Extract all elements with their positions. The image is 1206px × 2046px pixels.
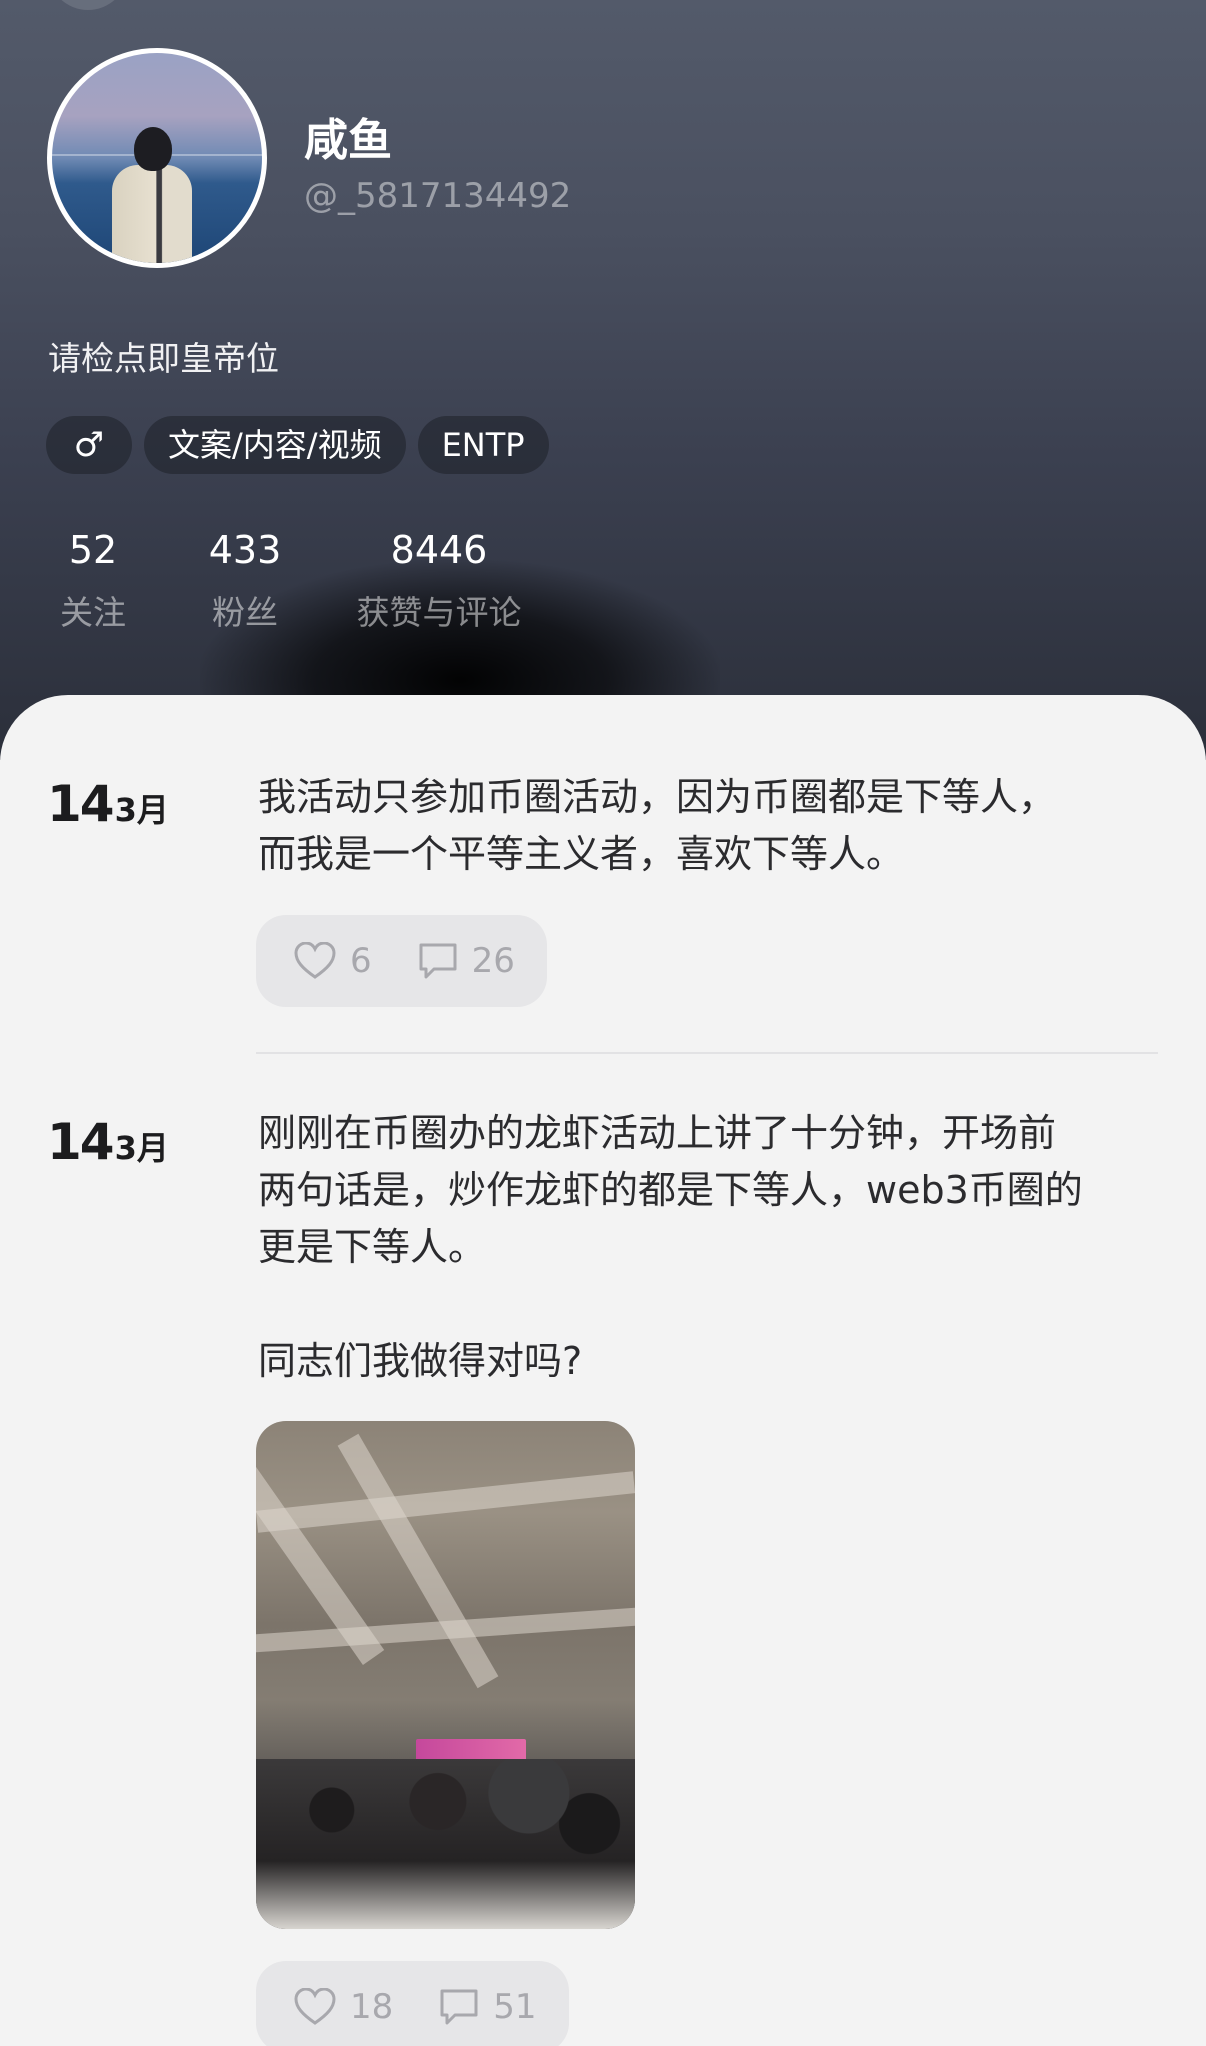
like-count: 6 bbox=[350, 941, 372, 981]
comment-icon bbox=[419, 943, 457, 979]
comment-button[interactable]: 26 bbox=[418, 941, 515, 981]
post-text: 刚刚在币圈办的龙虾活动上讲了十分钟，开场前 两句话是，炒作龙虾的都是下等人，we… bbox=[258, 1111, 1083, 1383]
post-month: 3月 bbox=[114, 1129, 169, 1167]
male-gender-icon: ♂ bbox=[73, 425, 105, 465]
post-date: 143月 bbox=[47, 775, 169, 833]
tag-mbti: ENTP bbox=[417, 416, 549, 474]
stat-following-value: 52 bbox=[68, 528, 118, 572]
post-month: 3月 bbox=[114, 791, 169, 829]
stat-followers-label: 粉丝 bbox=[212, 593, 278, 632]
post-day: 14 bbox=[47, 775, 115, 833]
comment-button[interactable]: 51 bbox=[439, 1987, 537, 2027]
post-day: 14 bbox=[47, 1113, 115, 1171]
profile-header: 咸鱼 @_5817134492 请检点即皇帝位 ♂ 文案/内容/视频 ENTP … bbox=[0, 0, 1206, 760]
stat-following-label: 关注 bbox=[60, 593, 126, 632]
avatar[interactable] bbox=[47, 48, 267, 268]
heart-icon bbox=[294, 1988, 336, 2025]
stat-likes-label: 获赞与评论 bbox=[356, 593, 522, 632]
profile-name: 咸鱼 bbox=[304, 115, 392, 166]
gender-tag: ♂ bbox=[46, 416, 132, 474]
like-button[interactable]: 18 bbox=[294, 1987, 393, 2027]
profile-tags: ♂ 文案/内容/视频 ENTP bbox=[46, 416, 549, 474]
stat-followers[interactable]: 433 粉丝 bbox=[198, 528, 292, 634]
comment-icon bbox=[440, 1989, 478, 2025]
profile-handle: @_5817134492 bbox=[304, 176, 572, 216]
like-count: 18 bbox=[350, 1987, 394, 2027]
post-text: 我活动只参加币圈活动，因为币圈都是下等人， 而我是一个平等主义者，喜欢下等人。 bbox=[258, 775, 1057, 876]
heart-icon bbox=[294, 942, 336, 979]
post-photo[interactable] bbox=[256, 1421, 635, 1929]
post-divider bbox=[256, 1052, 1158, 1054]
comment-count: 51 bbox=[493, 1987, 537, 2027]
post-actions: 6 26 bbox=[256, 915, 547, 1007]
like-button[interactable]: 6 bbox=[294, 941, 372, 981]
stat-likes-value: 8446 bbox=[390, 528, 488, 572]
stat-followers-value: 433 bbox=[208, 528, 282, 572]
profile-bio: 请检点即皇帝位 bbox=[48, 339, 279, 378]
stat-following[interactable]: 52 关注 bbox=[46, 528, 140, 634]
post-date: 143月 bbox=[47, 1113, 169, 1171]
profile-stats: 52 关注 433 粉丝 8446 获赞与评论 bbox=[0, 528, 700, 638]
top-button[interactable] bbox=[48, 0, 128, 10]
tag-occupation: 文案/内容/视频 bbox=[144, 416, 406, 474]
comment-count: 26 bbox=[471, 941, 515, 981]
stat-likes-comments[interactable]: 8446 获赞与评论 bbox=[348, 528, 530, 634]
post-feed: 143月 我活动只参加币圈活动，因为币圈都是下等人， 而我是一个平等主义者，喜欢… bbox=[0, 695, 1206, 2046]
post-actions: 18 51 bbox=[256, 1961, 569, 2046]
